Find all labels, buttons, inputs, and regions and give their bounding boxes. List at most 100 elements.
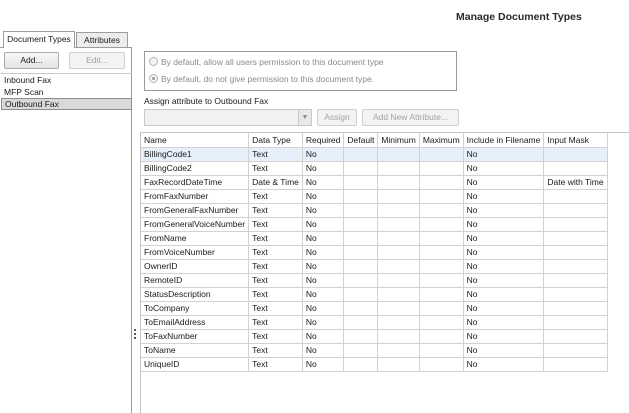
table-row[interactable]: RemoteID Text No No (141, 273, 608, 288)
table-row[interactable]: UniqueID Text No No (141, 357, 608, 372)
table-cell[interactable] (543, 217, 608, 232)
table-cell[interactable]: No (302, 301, 345, 316)
column-header-data-type[interactable]: Data Type (248, 133, 303, 148)
table-row[interactable]: FromName Text No No (141, 231, 608, 246)
table-cell[interactable]: FromFaxNumber (141, 189, 250, 204)
table-cell[interactable]: No (302, 343, 345, 358)
table-cell[interactable] (543, 259, 608, 274)
table-cell[interactable]: FromName (141, 231, 250, 246)
table-cell[interactable]: Text (248, 259, 303, 274)
table-cell[interactable]: FaxRecordDateTime (141, 175, 250, 190)
table-cell[interactable]: OwnerID (141, 259, 250, 274)
add-button[interactable]: Add... (4, 52, 59, 69)
document-type-item-mfp-scan[interactable]: MFP Scan (1, 86, 132, 98)
table-cell[interactable]: No (302, 161, 345, 176)
table-cell[interactable]: No (302, 175, 345, 190)
column-header-maximum[interactable]: Maximum (419, 133, 464, 148)
table-cell[interactable] (343, 175, 379, 190)
table-cell[interactable] (419, 203, 464, 218)
table-cell[interactable] (343, 329, 379, 344)
table-row[interactable]: FaxRecordDateTime Date & Time No No Date wit… (141, 175, 608, 190)
assign-button[interactable]: Assign (317, 109, 357, 126)
column-header-name[interactable]: Name (141, 133, 250, 148)
table-cell[interactable] (343, 259, 379, 274)
table-cell[interactable]: No (463, 175, 545, 190)
edit-button[interactable]: Edit... (69, 52, 125, 69)
table-cell[interactable] (343, 217, 379, 232)
table-cell[interactable]: No (463, 217, 545, 232)
table-cell[interactable] (543, 203, 608, 218)
table-cell[interactable]: No (302, 217, 345, 232)
table-cell[interactable] (419, 273, 464, 288)
table-cell[interactable] (419, 329, 464, 344)
table-cell[interactable]: Text (248, 315, 303, 330)
table-cell[interactable]: StatusDescription (141, 287, 250, 302)
table-cell[interactable] (419, 161, 464, 176)
table-cell[interactable] (543, 357, 608, 372)
table-cell[interactable] (419, 301, 464, 316)
table-cell[interactable]: FromVoiceNumber (141, 245, 250, 260)
table-cell[interactable]: No (463, 287, 545, 302)
table-cell[interactable]: Text (248, 231, 303, 246)
column-header-input-mask[interactable]: Input Mask (543, 133, 608, 148)
table-cell[interactable]: Text (248, 189, 303, 204)
attribute-select[interactable]: ▼ (144, 109, 312, 126)
table-row[interactable]: FromVoiceNumber Text No No (141, 245, 608, 260)
tab-attributes[interactable]: Attributes (76, 32, 128, 47)
column-header-minimum[interactable]: Minimum (377, 133, 420, 148)
table-cell[interactable] (343, 147, 379, 162)
column-header-default[interactable]: Default (343, 133, 379, 148)
table-cell[interactable] (377, 315, 420, 330)
table-cell[interactable]: No (463, 329, 545, 344)
table-row[interactable]: ToEmailAddress Text No No (141, 315, 608, 330)
table-cell[interactable]: Text (248, 147, 303, 162)
table-cell[interactable]: Text (248, 357, 303, 372)
table-cell[interactable] (419, 259, 464, 274)
table-row[interactable]: FromFaxNumber Text No No (141, 189, 608, 204)
table-cell[interactable]: Text (248, 245, 303, 260)
table-cell[interactable] (377, 147, 420, 162)
table-cell[interactable] (543, 315, 608, 330)
table-cell[interactable] (377, 245, 420, 260)
table-cell[interactable] (343, 343, 379, 358)
table-cell[interactable]: Date & Time (248, 175, 303, 190)
table-cell[interactable] (377, 343, 420, 358)
table-cell[interactable] (343, 189, 379, 204)
splitter-grip-icon[interactable] (134, 329, 137, 343)
table-cell[interactable]: No (302, 147, 345, 162)
table-cell[interactable] (543, 343, 608, 358)
table-cell[interactable] (343, 231, 379, 246)
table-cell[interactable]: ToName (141, 343, 250, 358)
table-cell[interactable] (343, 273, 379, 288)
table-cell[interactable] (543, 245, 608, 260)
table-cell[interactable] (419, 189, 464, 204)
table-cell[interactable] (419, 287, 464, 302)
table-cell[interactable]: Text (248, 203, 303, 218)
table-cell[interactable] (343, 161, 379, 176)
table-row[interactable]: ToName Text No No (141, 343, 608, 358)
table-cell[interactable]: Text (248, 161, 303, 176)
table-cell[interactable]: No (302, 357, 345, 372)
table-cell[interactable] (377, 189, 420, 204)
table-cell[interactable]: No (302, 329, 345, 344)
table-cell[interactable] (343, 301, 379, 316)
column-header-include-in-filename[interactable]: Include in Filename (463, 133, 545, 148)
table-row[interactable]: ToFaxNumber Text No No (141, 329, 608, 344)
table-cell[interactable] (377, 357, 420, 372)
table-cell[interactable]: Text (248, 217, 303, 232)
table-cell[interactable] (377, 287, 420, 302)
table-cell[interactable]: No (463, 259, 545, 274)
table-cell[interactable]: No (463, 189, 545, 204)
table-cell[interactable] (419, 231, 464, 246)
column-header-required[interactable]: Required (302, 133, 345, 148)
table-cell[interactable] (419, 147, 464, 162)
deny-permission-option[interactable]: By default, do not give permission to th… (149, 74, 374, 87)
table-cell[interactable] (377, 175, 420, 190)
table-cell[interactable]: No (463, 301, 545, 316)
table-cell[interactable]: Date with Time (543, 175, 608, 190)
table-cell[interactable] (543, 189, 608, 204)
table-cell[interactable] (343, 287, 379, 302)
table-cell[interactable]: No (302, 315, 345, 330)
table-cell[interactable] (419, 217, 464, 232)
allow-permission-radio[interactable] (149, 57, 158, 67)
